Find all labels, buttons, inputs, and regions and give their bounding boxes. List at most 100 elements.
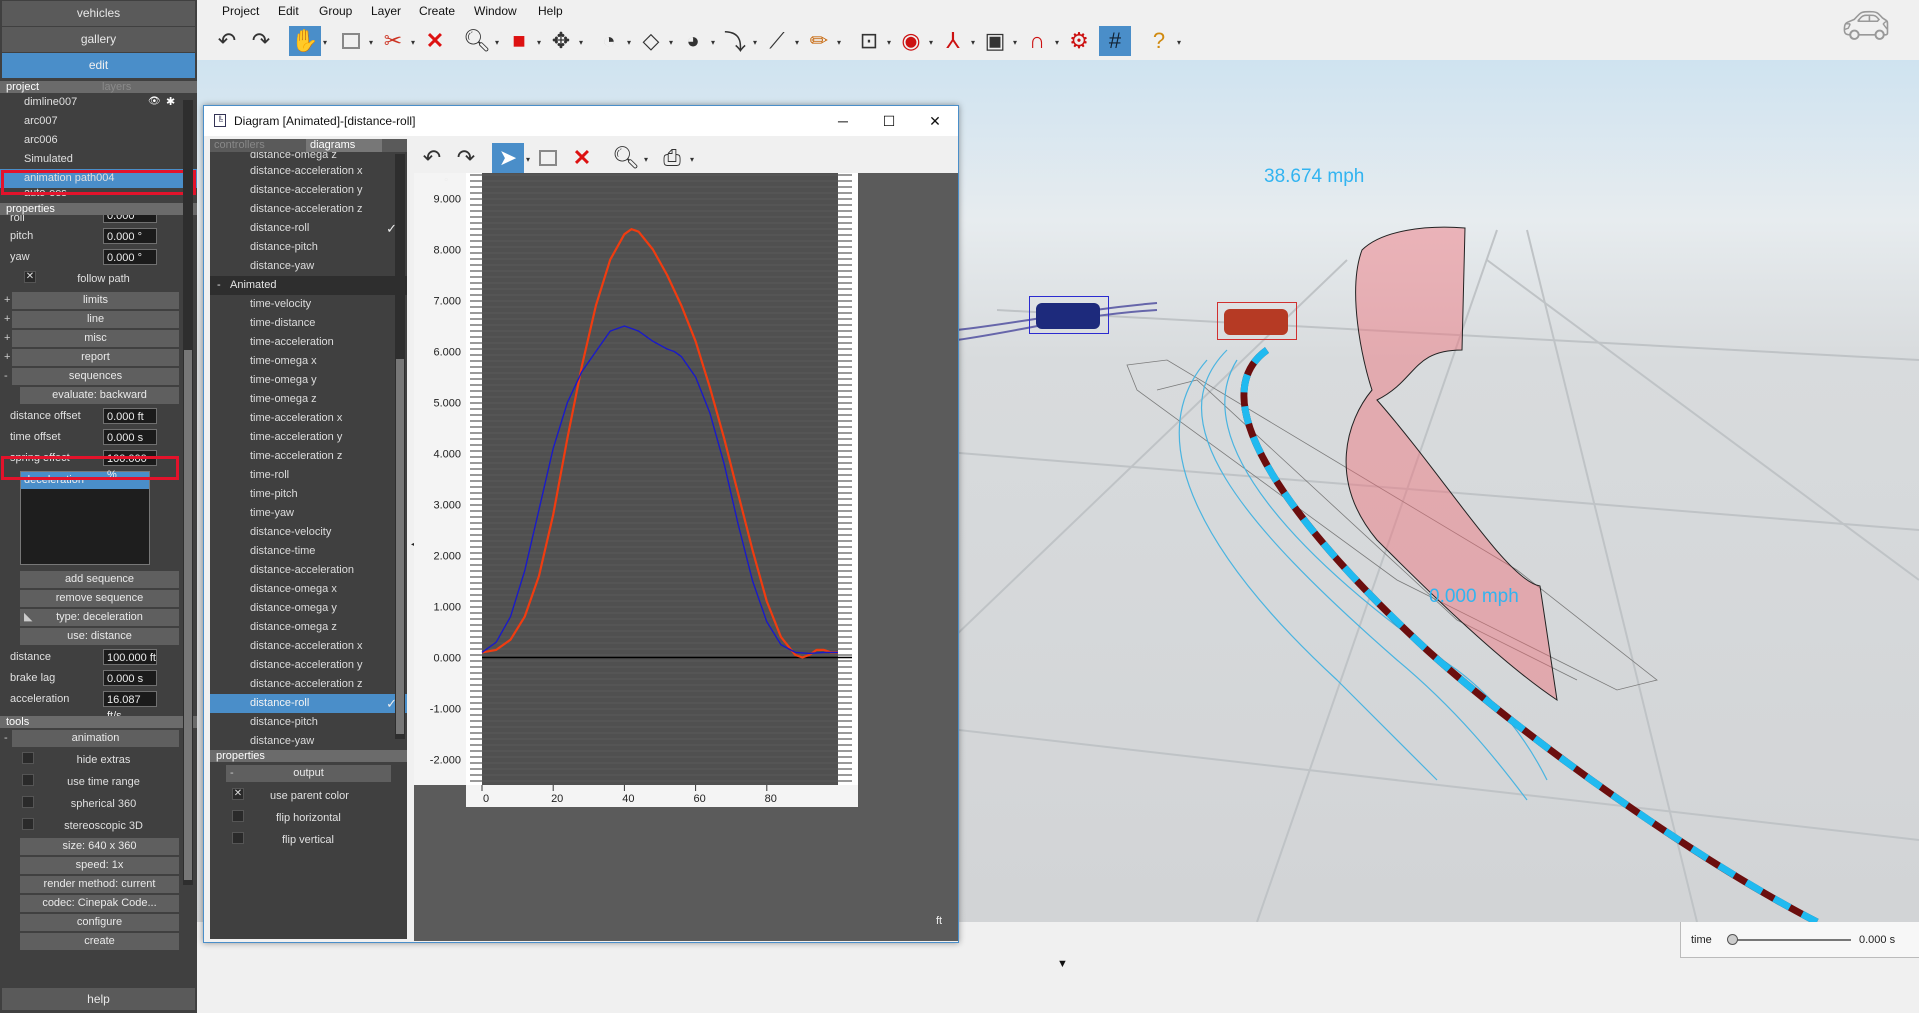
redo-icon[interactable]: ↷ (245, 26, 277, 56)
tab-diagrams[interactable]: diagrams (306, 139, 382, 152)
diagram-item[interactable]: distance-acceleration x (210, 637, 407, 656)
diagram-item[interactable]: time-roll (210, 466, 407, 485)
codec-button[interactable]: codec: Cinepak Code... (20, 895, 179, 912)
tab-project[interactable]: project (6, 81, 39, 93)
checkbox[interactable] (22, 774, 34, 786)
undo-icon[interactable]: ↶ (416, 143, 448, 173)
yaw-field[interactable]: 0.000 ° (103, 249, 157, 265)
speed-button[interactable]: speed: 1x (20, 857, 179, 874)
time-slider-track[interactable] (1731, 939, 1851, 941)
scroll-thumb[interactable] (184, 350, 192, 880)
follow-path-row[interactable]: ✕ follow path (0, 268, 197, 290)
plane-icon[interactable]: ◇ ▾ (635, 26, 673, 56)
help-button[interactable]: help (2, 988, 195, 1010)
gauge-icon[interactable]: ◕ ▾ (677, 26, 715, 56)
diagram-item[interactable]: distance-acceleration (210, 561, 407, 580)
curve-icon[interactable]: ⤵ ▾ (719, 26, 757, 56)
zoom-icon[interactable]: 🔍︎ ▾ (461, 26, 499, 56)
roll-field[interactable]: 0.000 (103, 215, 157, 223)
group-line[interactable]: + line (4, 311, 179, 328)
menu-project[interactable]: Project (222, 4, 259, 18)
diagram-item[interactable]: time-pitch (210, 485, 407, 504)
distance-offset-field[interactable]: 0.000 ft (103, 408, 157, 424)
chart-area[interactable]: 9.000 8.000 7.000 6.000 5.000 4.000 3.000 2.000… (414, 173, 958, 941)
group-animated[interactable]: - Animated (210, 276, 407, 295)
distance-field[interactable]: 100.000 ft (103, 649, 157, 665)
zoom-icon[interactable]: 🔍︎ ▾ (610, 143, 648, 173)
edit-button[interactable]: edit (2, 53, 195, 78)
group-report[interactable]: + report (4, 349, 179, 366)
diagram-item[interactable]: distance-pitch (210, 238, 407, 257)
vehicles-button[interactable]: vehicles (2, 1, 195, 26)
diagram-item[interactable]: distance-omega z (210, 618, 407, 637)
dial-icon[interactable]: ◔ ▾ (593, 26, 631, 56)
diagram-item[interactable]: distance-time (210, 542, 407, 561)
chevron-down-icon[interactable]: ▼ (1057, 958, 1068, 970)
camera-icon[interactable]: ▣ ▾ (979, 26, 1017, 56)
redo-icon[interactable]: ↷ (450, 143, 482, 173)
red-vehicle-box[interactable] (1217, 302, 1297, 340)
diagram-item[interactable]: distance-acceleration y (210, 656, 407, 675)
render-method-button[interactable]: render method: current (20, 876, 179, 893)
print-icon[interactable]: ⎙ ▾ (656, 143, 694, 173)
diagram-item[interactable]: time-acceleration (210, 333, 407, 352)
diagram-item[interactable]: time-distance (210, 314, 407, 333)
tab-layers[interactable]: layers (102, 81, 131, 93)
diagram-item[interactable]: time-acceleration x (210, 409, 407, 428)
use-time-range-row[interactable]: use time range (0, 771, 197, 793)
follow-path-checkbox[interactable]: ✕ (24, 271, 36, 283)
menu-window[interactable]: Window (474, 4, 517, 18)
delete-icon[interactable]: ✕ (419, 26, 451, 56)
group-animation[interactable]: - animation (4, 730, 179, 747)
menu-help[interactable]: Help (538, 4, 563, 18)
checkbox[interactable] (232, 810, 244, 822)
use-button[interactable]: use: distance (20, 628, 179, 645)
pointer-icon[interactable]: ➤ ▾ (492, 143, 530, 173)
measure-icon[interactable]: ⟋ ▾ (761, 26, 799, 56)
create-button[interactable]: create (20, 933, 179, 950)
axis-icon[interactable]: ⅄ ▾ (937, 26, 975, 56)
diagram-list-scrollbar[interactable] (395, 154, 405, 739)
menu-layer[interactable]: Layer (371, 4, 401, 18)
diagram-item[interactable]: time-acceleration y (210, 428, 407, 447)
cube-icon[interactable]: ■ ▾ (503, 26, 541, 56)
acceleration-field[interactable]: 16.087 ft/s (103, 691, 157, 722)
configure-button[interactable]: configure (20, 914, 179, 931)
delete-icon[interactable]: ✕ (566, 143, 598, 173)
eye-icon[interactable]: 👁 (148, 96, 161, 107)
group-sequences[interactable]: - sequences (4, 368, 179, 385)
diagram-item[interactable]: distance-pitch (210, 713, 407, 732)
move-icon[interactable]: ✥ ▾ (545, 26, 583, 56)
magnet-icon[interactable]: ∩ ▾ (1021, 26, 1059, 56)
maximize-icon[interactable]: ☐ (866, 106, 912, 136)
help-icon[interactable]: ? ▾ (1143, 26, 1181, 56)
diagram-item[interactable]: time-acceleration z (210, 447, 407, 466)
pencil-icon[interactable]: ✏ ▾ (803, 26, 841, 56)
diagram-item[interactable]: distance-roll ✓ (210, 219, 407, 238)
checkbox[interactable] (22, 752, 34, 764)
size-button[interactable]: size: 640 x 360 (20, 838, 179, 855)
minimize-icon[interactable]: ─ (820, 106, 866, 136)
project-item[interactable]: Simulated (0, 150, 197, 169)
sequence-list[interactable]: deceleration (20, 471, 150, 565)
checkbox[interactable]: ✕ (232, 788, 244, 800)
close-icon[interactable]: ✕ (912, 106, 958, 136)
select-rect-icon[interactable] (532, 143, 564, 173)
diagram-item[interactable]: distance-yaw (210, 257, 407, 276)
group-misc[interactable]: + misc (4, 330, 179, 347)
brake-lag-field[interactable]: 0.000 s (103, 670, 157, 686)
stereoscopic-3d-row[interactable]: stereoscopic 3D (0, 815, 197, 837)
target-rect-icon[interactable]: ⊡ ▾ (853, 26, 891, 56)
project-item[interactable]: arc006 (0, 131, 197, 150)
diagram-item[interactable]: distance-omega x (210, 580, 407, 599)
evaluate-button[interactable]: evaluate: backward (20, 387, 179, 404)
diagram-item[interactable]: time-velocity (210, 295, 407, 314)
undo-icon[interactable]: ↶ (211, 26, 243, 56)
type-button[interactable]: ◣ type: deceleration (20, 609, 179, 626)
pitch-field[interactable]: 0.000 ° (103, 228, 157, 244)
snowflake-icon[interactable]: ✱ (166, 95, 175, 108)
diagram-item[interactable]: time-omega y (210, 371, 407, 390)
diagram-item[interactable]: distance-velocity (210, 523, 407, 542)
diagram-item[interactable]: distance-omega y (210, 599, 407, 618)
filter-delete-icon[interactable]: ✂ ▾ (377, 26, 415, 56)
